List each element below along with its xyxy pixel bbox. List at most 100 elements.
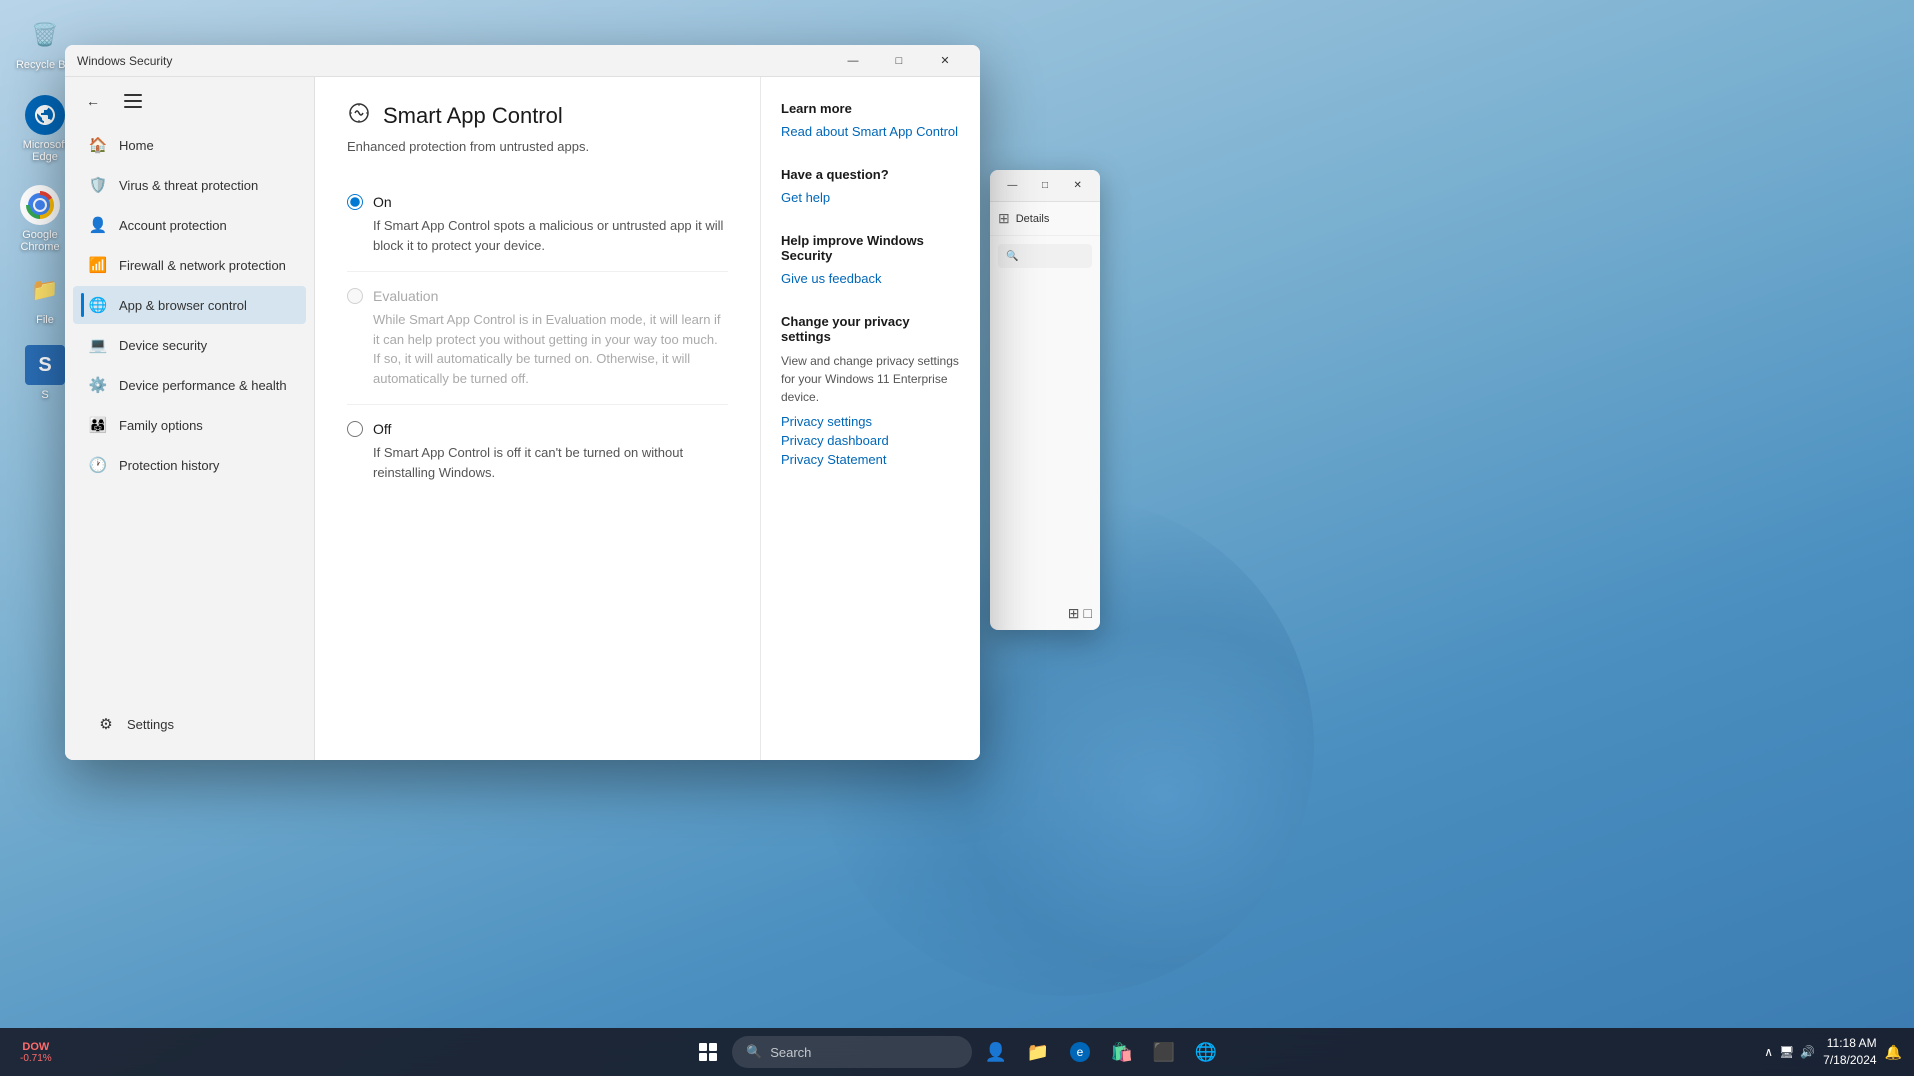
learn-more-section: Learn more Read about Smart App Control (781, 101, 960, 139)
window-title: Windows Security (77, 54, 822, 68)
radio-option-off: Off If Smart App Control is off it can't… (347, 404, 728, 498)
dow-value: -0.71% (20, 1053, 52, 1064)
radio-eval-desc: While Smart App Control is in Evaluation… (373, 310, 728, 388)
sidebar-item-device-security[interactable]: 💻 Device security (73, 326, 306, 364)
privacy-settings-link[interactable]: Privacy settings (781, 414, 960, 429)
taskbar-explorer-icon[interactable]: 📁 (1020, 1034, 1056, 1070)
radio-option-evaluation: Evaluation While Smart App Control is in… (347, 271, 728, 404)
taskbar-center: 🔍 Search 👤 📁 e 🛍️ ⬛ 🌐 (690, 1034, 1224, 1070)
menu-button[interactable] (117, 85, 149, 117)
bg-maximize-btn[interactable]: □ (1031, 172, 1060, 200)
chrome-icon (20, 185, 60, 225)
s-app-label: S (41, 389, 48, 401)
s-app-icon: S (25, 345, 65, 385)
app-browser-icon: 🌐 (89, 296, 107, 314)
details-area: ⊞ Details (990, 202, 1100, 236)
maximize-button[interactable]: □ (876, 45, 922, 77)
close-button[interactable]: ✕ (922, 45, 968, 77)
privacy-dashboard-link[interactable]: Privacy dashboard (781, 433, 960, 448)
sidebar-item-protection-history[interactable]: 🕐 Protection history (73, 446, 306, 484)
have-question-title: Have a question? (781, 167, 960, 182)
radio-off-input[interactable] (347, 421, 363, 437)
bg-close-btn[interactable]: ✕ (1063, 172, 1092, 200)
minimize-button[interactable]: — (830, 45, 876, 77)
read-about-sac-link[interactable]: Read about Smart App Control (781, 124, 960, 139)
get-help-link[interactable]: Get help (781, 190, 960, 205)
recycle-bin-icon: 🗑️ (25, 15, 65, 55)
radio-on-row: On (347, 194, 728, 210)
sidebar: ← 🏠 Home 🛡️ Virus & threat protection 👤 … (65, 77, 315, 760)
title-bar: Windows Security — □ ✕ (65, 45, 980, 77)
hamburger-icon (124, 94, 142, 108)
have-question-section: Have a question? Get help (781, 167, 960, 205)
clock-date: 7/18/2024 (1823, 1052, 1876, 1069)
privacy-desc: View and change privacy settings for you… (781, 352, 960, 406)
taskbar-search[interactable]: 🔍 Search (732, 1036, 972, 1068)
details-icon: ⊞ (998, 210, 1010, 227)
bg-minimize-btn[interactable]: — (998, 172, 1027, 200)
clock-time: 11:18 AM (1823, 1035, 1876, 1052)
sidebar-item-device-perf[interactable]: ⚙️ Device performance & health (73, 366, 306, 404)
taskbar-terminal-icon[interactable]: ⬛ (1146, 1034, 1182, 1070)
sidebar-item-family-label: Family options (119, 418, 203, 433)
sidebar-top: ← (65, 77, 314, 125)
account-icon: 👤 (89, 216, 107, 234)
radio-on-input[interactable] (347, 194, 363, 210)
sidebar-item-virus[interactable]: 🛡️ Virus & threat protection (73, 166, 306, 204)
tray-network[interactable]: 🖥 (1779, 1045, 1794, 1059)
virus-icon: 🛡️ (89, 176, 107, 194)
radio-off-row: Off (347, 421, 728, 437)
taskbar: DOW -0.71% 🔍 Search 👤 📁 e 🛍️ ⬛ 🌐 (0, 1028, 1914, 1076)
settings-icon: ⚙ (97, 715, 115, 733)
bg-search-box[interactable]: 🔍 (998, 244, 1092, 268)
tray-chevron[interactable]: ∧ (1764, 1045, 1773, 1059)
sidebar-item-home[interactable]: 🏠 Home (73, 126, 306, 164)
radio-eval-input[interactable] (347, 288, 363, 304)
taskbar-chrome-icon[interactable]: 🌐 (1188, 1034, 1224, 1070)
home-icon: 🏠 (89, 136, 107, 154)
sidebar-item-firewall[interactable]: 📶 Firewall & network protection (73, 246, 306, 284)
file-label: File (36, 314, 54, 326)
sidebar-item-history-label: Protection history (119, 458, 219, 473)
search-label: Search (770, 1045, 811, 1060)
sidebar-item-home-label: Home (119, 138, 154, 153)
help-improve-title: Help improve Windows Security (781, 233, 960, 263)
stock-ticker: DOW -0.71% (12, 1041, 60, 1064)
tray-sound[interactable]: 🔊 (1800, 1045, 1815, 1059)
taskbar-edge-icon[interactable]: e (1062, 1034, 1098, 1070)
sidebar-item-settings[interactable]: ⚙ Settings (81, 705, 298, 743)
window-content: ← 🏠 Home 🛡️ Virus & threat protection 👤 … (65, 77, 980, 760)
family-icon: 👨‍👩‍👧 (89, 416, 107, 434)
radio-off-label[interactable]: Off (373, 421, 391, 437)
radio-on-label[interactable]: On (373, 194, 392, 210)
radio-eval-label[interactable]: Evaluation (373, 288, 438, 304)
windows-security-window: Windows Security — □ ✕ ← 🏠 Home (65, 45, 980, 760)
sidebar-item-app-browser[interactable]: 🌐 App & browser control (73, 286, 306, 324)
bg-window-controls: ⊞□ (1068, 605, 1092, 622)
page-subtitle: Enhanced protection from untrusted apps. (347, 139, 728, 154)
firewall-icon: 📶 (89, 256, 107, 274)
taskbar-store-icon[interactable]: 🛍️ (1104, 1034, 1140, 1070)
page-title: Smart App Control (383, 103, 563, 129)
system-tray: ∧ 🖥 🔊 (1764, 1045, 1815, 1059)
notification-bell[interactable]: 🔔 (1885, 1044, 1902, 1061)
back-button[interactable]: ← (77, 85, 109, 117)
sidebar-item-family[interactable]: 👨‍👩‍👧 Family options (73, 406, 306, 444)
learn-more-title: Learn more (781, 101, 960, 116)
clock[interactable]: 11:18 AM 7/18/2024 (1823, 1035, 1876, 1069)
taskbar-user-icon[interactable]: 👤 (978, 1034, 1014, 1070)
sidebar-item-virus-label: Virus & threat protection (119, 178, 258, 193)
sidebar-item-account[interactable]: 👤 Account protection (73, 206, 306, 244)
taskbar-left: DOW -0.71% (12, 1041, 60, 1064)
privacy-section: Change your privacy settings View and ch… (781, 314, 960, 467)
right-panel: Learn more Read about Smart App Control … (760, 77, 980, 760)
privacy-statement-link[interactable]: Privacy Statement (781, 452, 960, 467)
start-button[interactable] (690, 1034, 726, 1070)
search-icon: 🔍 (746, 1044, 762, 1060)
radio-eval-row: Evaluation (347, 288, 728, 304)
give-feedback-link[interactable]: Give us feedback (781, 271, 960, 286)
bg-window-titlebar: — □ ✕ (990, 170, 1100, 202)
sidebar-item-device-perf-label: Device performance & health (119, 378, 287, 393)
radio-on-desc: If Smart App Control spots a malicious o… (373, 216, 728, 255)
window-controls: — □ ✕ (830, 45, 968, 77)
